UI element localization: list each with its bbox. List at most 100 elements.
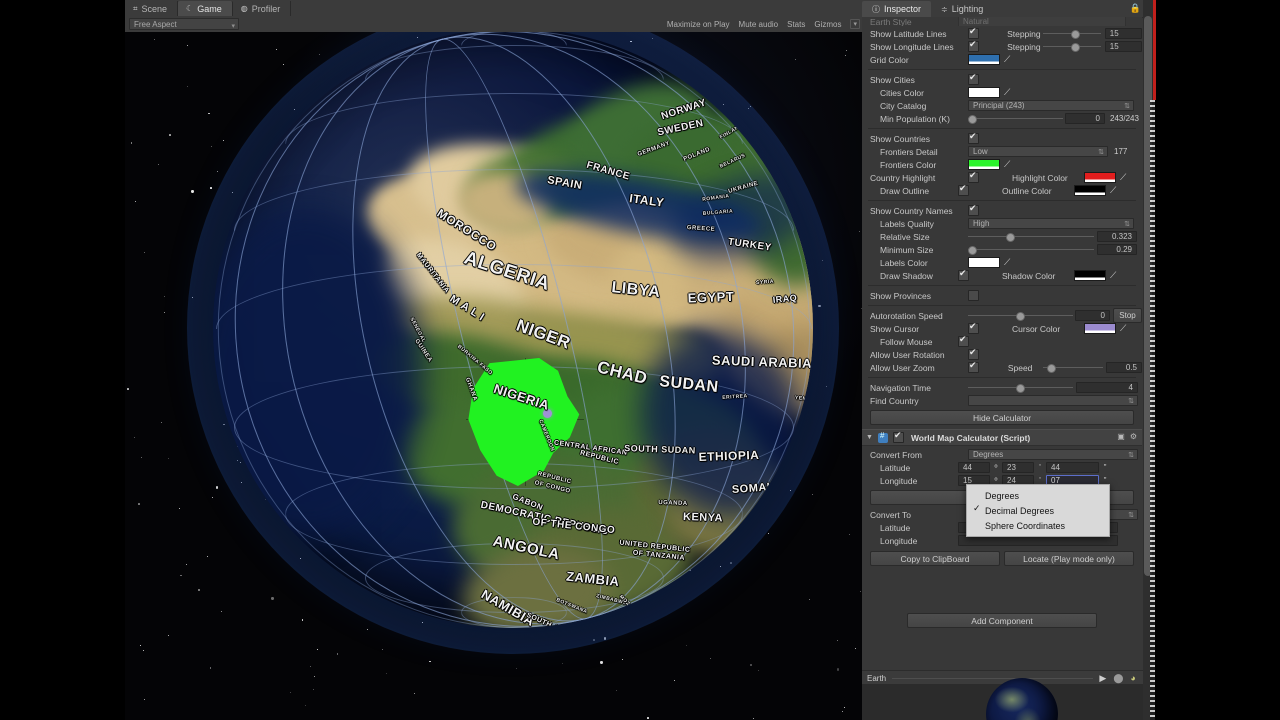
autorotation-speed-slider[interactable] xyxy=(968,310,1073,321)
min-population-row[interactable]: Min Population (K) 0 243/243 xyxy=(862,112,1142,125)
find-country-row[interactable]: Find Country ⇅ xyxy=(862,394,1142,407)
country-highlight-row[interactable]: Country Highlight Highlight Color xyxy=(862,170,1142,184)
grid-color-swatch[interactable] xyxy=(968,54,1000,65)
zoom-speed-slider[interactable] xyxy=(1042,362,1103,373)
frontiers-detail-row[interactable]: Frontiers Detail Low ⇅ 177 xyxy=(862,145,1142,158)
show-country-names-checkbox[interactable] xyxy=(968,203,979,216)
foldout-arrow-icon[interactable]: ▼ xyxy=(866,434,873,441)
convert-from-dropdown[interactable]: Degrees ⇅ xyxy=(968,449,1138,460)
cities-color-row[interactable]: Cities Color xyxy=(862,86,1142,99)
show-longitude-lines-row[interactable]: Show Longitude Lines Stepping 15 xyxy=(862,39,1142,53)
play-icon[interactable]: ▶ xyxy=(1099,673,1106,684)
relative-size-row[interactable]: Relative Size 0.323 xyxy=(862,230,1142,243)
show-country-names-row[interactable]: Show Country Names xyxy=(862,203,1142,217)
allow-user-rotation-row[interactable]: Allow User Rotation xyxy=(862,347,1142,361)
cursor-color-swatch[interactable] xyxy=(1084,323,1116,334)
autorotation-speed-row[interactable]: Autorotation Speed 0 Stop xyxy=(862,308,1142,323)
allow-user-rotation-checkbox[interactable] xyxy=(968,347,979,360)
zoom-speed-value[interactable]: 0.5 xyxy=(1105,362,1142,373)
grid-color-row[interactable]: Grid Color xyxy=(862,53,1142,66)
minimum-size-row[interactable]: Minimum Size 0.29 xyxy=(862,243,1142,256)
highlight-color-swatch[interactable] xyxy=(1084,172,1116,183)
relative-size-slider[interactable] xyxy=(968,231,1094,242)
maximize-on-play-toggle[interactable]: Maximize on Play xyxy=(667,20,730,29)
latitude-degrees-input[interactable]: 44 xyxy=(958,462,990,473)
draw-outline-checkbox[interactable] xyxy=(958,183,969,196)
latitude-stepping-slider[interactable] xyxy=(1042,28,1101,39)
city-catalog-row[interactable]: City Catalog Principal (243) ⇅ xyxy=(862,99,1142,112)
eyedropper-icon[interactable] xyxy=(1004,159,1010,170)
longitude-stepping-value[interactable]: 15 xyxy=(1104,41,1142,52)
gizmos-toggle[interactable]: Gizmos xyxy=(814,20,841,29)
navigation-time-value[interactable]: 4 xyxy=(1076,382,1138,393)
draw-outline-row[interactable]: Draw Outline Outline Color xyxy=(862,183,1142,197)
show-provinces-checkbox[interactable] xyxy=(968,290,979,301)
outline-color-swatch[interactable] xyxy=(1074,185,1106,196)
earth-style-row[interactable]: Earth Style Natural xyxy=(862,17,1142,26)
eyedropper-icon[interactable] xyxy=(1120,323,1126,334)
show-countries-row[interactable]: Show Countries xyxy=(862,131,1142,145)
show-cities-row[interactable]: Show Cities xyxy=(862,72,1142,86)
relative-size-value[interactable]: 0.323 xyxy=(1097,231,1137,242)
eyedropper-icon[interactable] xyxy=(1120,172,1126,183)
sphere-icon[interactable]: ⬤ xyxy=(1113,673,1123,684)
allow-user-zoom-row[interactable]: Allow User Zoom Speed 0.5 xyxy=(862,360,1142,374)
cities-color-swatch[interactable] xyxy=(968,87,1000,98)
convert-to-dropdown-menu[interactable]: ✓ Degrees ✓ Decimal Degrees ✓ Sphere Coo… xyxy=(966,484,1110,537)
show-cursor-checkbox[interactable] xyxy=(968,321,979,334)
convert-from-row[interactable]: Convert From Degrees ⇅ xyxy=(862,448,1142,461)
minimum-size-value[interactable]: 0.29 xyxy=(1097,244,1137,255)
labels-color-swatch[interactable] xyxy=(968,257,1000,268)
aspect-ratio-dropdown[interactable]: Free Aspect ▾ xyxy=(129,18,239,30)
hide-calculator-button[interactable]: Hide Calculator xyxy=(870,410,1134,425)
eyedropper-icon[interactable] xyxy=(1004,87,1010,98)
lock-icon[interactable]: 🔒 xyxy=(1130,3,1141,14)
labels-quality-dropdown[interactable]: High ⇅ xyxy=(968,218,1134,229)
find-country-dropdown[interactable]: ⇅ xyxy=(968,395,1138,406)
eyedropper-icon[interactable] xyxy=(1004,257,1010,268)
tab-lighting[interactable]: ≑ Lighting xyxy=(931,1,993,17)
help-icon[interactable]: ▣ xyxy=(1117,432,1125,441)
navigation-time-row[interactable]: Navigation Time 4 xyxy=(862,381,1142,394)
frontiers-color-row[interactable]: Frontiers Color xyxy=(862,158,1142,171)
allow-user-zoom-checkbox[interactable] xyxy=(968,360,979,373)
dropdown-item-decimal-degrees[interactable]: ✓ Decimal Degrees xyxy=(967,503,1109,518)
follow-mouse-checkbox[interactable] xyxy=(958,334,969,347)
latitude-seconds-input[interactable]: 44 xyxy=(1046,462,1099,473)
follow-mouse-row[interactable]: Follow Mouse xyxy=(862,334,1142,348)
tab-inspector[interactable]: ⓘ Inspector xyxy=(862,1,932,17)
show-cursor-row[interactable]: Show Cursor Cursor Color xyxy=(862,321,1142,335)
tab-game[interactable]: ☾ Game xyxy=(178,1,233,16)
show-provinces-row[interactable]: Show Provinces xyxy=(862,289,1142,302)
tab-scene[interactable]: ⌗ Scene xyxy=(125,1,179,16)
show-countries-checkbox[interactable] xyxy=(968,131,979,144)
min-population-slider[interactable] xyxy=(968,113,1063,124)
dropdown-item-degrees[interactable]: ✓ Degrees xyxy=(967,488,1109,503)
longitude-stepping-slider[interactable] xyxy=(1042,41,1101,52)
stop-autorotation-button[interactable]: Stop xyxy=(1113,308,1142,323)
latitude-stepping-value[interactable]: 15 xyxy=(1104,28,1142,39)
locate-button[interactable]: Locate (Play mode only) xyxy=(1004,551,1134,566)
add-component-button[interactable]: Add Component xyxy=(907,613,1097,628)
frontiers-detail-dropdown[interactable]: Low ⇅ xyxy=(968,146,1108,157)
latitude-minutes-input[interactable]: 23 xyxy=(1002,462,1034,473)
stats-toggle[interactable]: Stats xyxy=(787,20,805,29)
light-toggle-icon[interactable]: ◕ xyxy=(1130,673,1135,683)
copy-to-clipboard-button[interactable]: Copy to ClipBoard xyxy=(870,551,1000,566)
country-highlight-checkbox[interactable] xyxy=(968,170,979,183)
gear-icon[interactable]: ⚙ xyxy=(1130,432,1137,441)
labels-color-row[interactable]: Labels Color xyxy=(862,256,1142,269)
eyedropper-icon[interactable] xyxy=(1110,270,1116,281)
world-map-calculator-header[interactable]: ▼ World Map Calculator (Script) ▣ ⚙ xyxy=(862,429,1142,446)
tab-profiler[interactable]: ◍ Profiler xyxy=(232,1,292,16)
draw-shadow-row[interactable]: Draw Shadow Shadow Color xyxy=(862,268,1142,282)
game-viewport[interactable]: NORWAY SWEDEN FINLAND GERMANY POLAND BELARUS F… xyxy=(125,32,862,720)
show-cities-checkbox[interactable] xyxy=(968,72,979,85)
dropdown-item-sphere-coordinates[interactable]: ✓ Sphere Coordinates xyxy=(967,518,1109,533)
calculator-enabled-checkbox[interactable] xyxy=(892,430,904,443)
earth-style-dropdown[interactable]: Natural xyxy=(958,17,1126,26)
show-longitude-lines-checkbox[interactable] xyxy=(968,39,979,52)
mute-audio-toggle[interactable]: Mute audio xyxy=(739,20,779,29)
globe-sphere[interactable]: NORWAY SWEDEN FINLAND GERMANY POLAND BELARUS F… xyxy=(213,32,813,628)
eyedropper-icon[interactable] xyxy=(1004,54,1010,65)
